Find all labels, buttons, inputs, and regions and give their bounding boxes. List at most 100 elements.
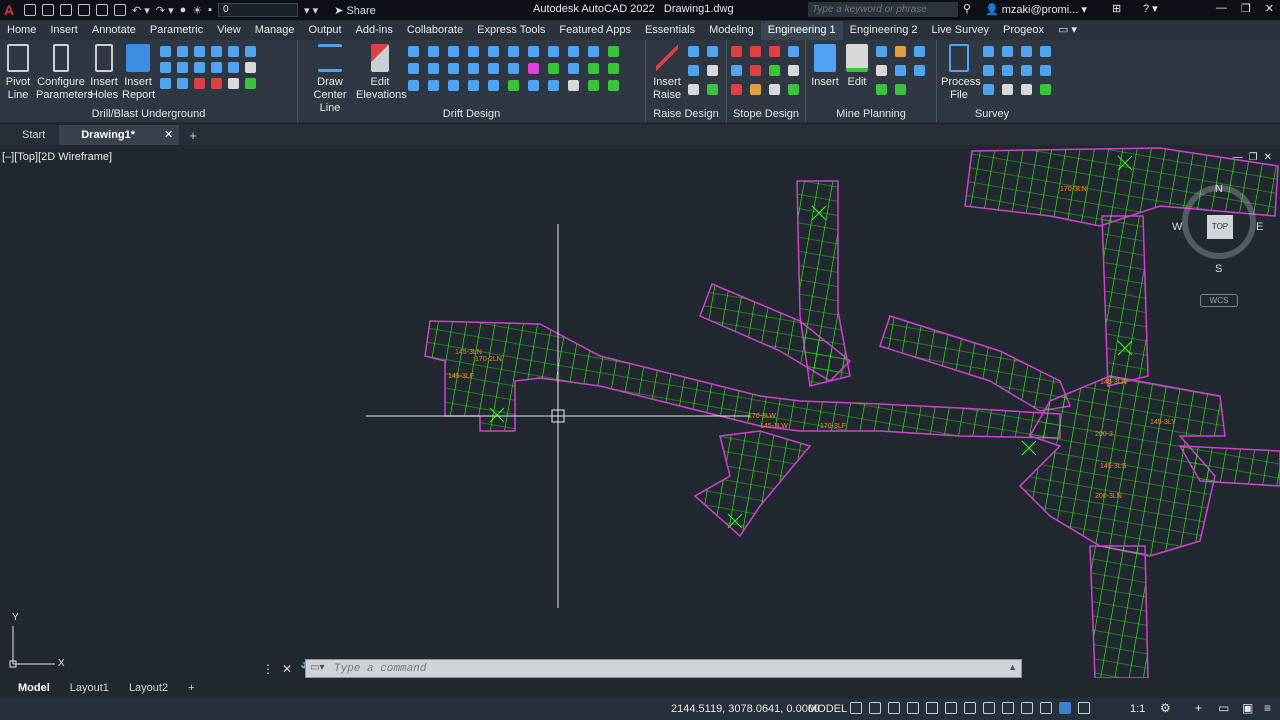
auto-scale-icon[interactable] [1078, 702, 1090, 714]
checkmark-icon[interactable] [245, 78, 256, 89]
polar-icon[interactable] [907, 702, 919, 714]
tab-engineering-1[interactable]: Engineering 1 [760, 21, 843, 40]
process-file-button[interactable]: Process File [941, 44, 981, 102]
mine-tool-icon[interactable] [876, 46, 887, 57]
insert-raise-button[interactable]: Insert Raise [650, 44, 684, 102]
layer-selector[interactable]: 0 [218, 3, 299, 17]
drill-tool-icon[interactable] [245, 62, 256, 73]
customize-menu-icon[interactable]: ≡ [1264, 701, 1271, 715]
drift-tool-icon[interactable] [428, 80, 439, 91]
annotation-visibility-icon[interactable] [1059, 702, 1071, 714]
drill-tool-icon[interactable] [160, 62, 171, 73]
drill-tool-icon[interactable] [211, 78, 222, 89]
drift-tool-icon[interactable] [548, 63, 559, 74]
clean-screen-icon[interactable]: ▣ [1242, 701, 1253, 715]
close-icon[interactable]: ✕ [1265, 2, 1274, 15]
snap-icon[interactable] [869, 702, 881, 714]
edit-plan-button[interactable]: Edit [844, 44, 870, 89]
tab-home[interactable]: Home [0, 21, 43, 40]
command-drag-handle-icon[interactable]: ⋮ [262, 662, 274, 676]
tab-add-ins[interactable]: Add-ins [349, 21, 400, 40]
command-line[interactable]: ▭▾ ▲ [305, 659, 1022, 678]
tab-engineering-2[interactable]: Engineering 2 [843, 21, 925, 40]
raise-tool-icon[interactable] [707, 65, 718, 76]
stope-tool-icon[interactable] [750, 46, 761, 57]
drift-tool-icon[interactable] [608, 46, 619, 57]
minimize-icon[interactable]: — [1216, 2, 1227, 15]
layer-dropdown-icon[interactable]: ▾ ▾ [304, 4, 318, 17]
insert-report-button[interactable]: Insert Report [122, 44, 155, 102]
mine-tool-icon[interactable] [876, 84, 887, 95]
survey-tool-icon[interactable] [1002, 65, 1013, 76]
drift-tool-icon[interactable] [408, 63, 419, 74]
survey-tool-icon[interactable] [1040, 46, 1051, 57]
drill-tool-icon[interactable] [228, 62, 239, 73]
draw-center-line-button[interactable]: Draw Center Line [302, 44, 358, 115]
drift-tool-icon[interactable] [588, 63, 599, 74]
configure-parameters-button[interactable]: Configure Parameters [36, 44, 93, 102]
drift-tool-icon[interactable] [568, 80, 579, 91]
drill-tool-icon[interactable] [245, 46, 256, 57]
lock-icon[interactable]: ▪ [208, 4, 212, 16]
search-icon[interactable]: ⚲ [963, 2, 971, 15]
drift-tool-icon[interactable] [568, 46, 579, 57]
add-layout-icon[interactable]: + [178, 682, 204, 694]
drift-tool-icon[interactable] [448, 46, 459, 57]
model-space-toggle[interactable]: MODEL [808, 703, 847, 715]
drill-tool-icon[interactable] [228, 78, 239, 89]
save-as-icon[interactable] [78, 4, 90, 16]
tab-view[interactable]: View [210, 21, 248, 40]
drill-tool-icon[interactable] [194, 46, 205, 57]
plot-icon[interactable] [96, 4, 108, 16]
restore-icon[interactable]: ❐ [1241, 2, 1251, 15]
drift-tool-icon[interactable] [548, 46, 559, 57]
drift-tool-icon[interactable] [608, 63, 619, 74]
stope-tool-icon[interactable] [731, 46, 742, 57]
drift-tool-icon[interactable] [568, 63, 579, 74]
drill-tool-icon[interactable] [228, 46, 239, 57]
selection-cycling-icon[interactable] [1021, 702, 1033, 714]
drill-tool-icon[interactable] [211, 62, 222, 73]
view-cube[interactable]: TOP N S E W [1172, 183, 1263, 275]
tab-live-survey[interactable]: Live Survey [925, 21, 996, 40]
drift-tool-icon[interactable] [508, 46, 519, 57]
drill-tool-icon[interactable] [211, 46, 222, 57]
mine-tool-icon[interactable] [876, 65, 887, 76]
drill-tool-icon[interactable] [160, 78, 171, 89]
survey-tool-icon[interactable] [983, 65, 994, 76]
compass-east[interactable]: E [1256, 221, 1263, 233]
survey-tool-icon[interactable] [1021, 46, 1032, 57]
drill-tool-icon[interactable] [194, 62, 205, 73]
stope-tool-icon[interactable] [731, 84, 742, 95]
survey-tool-icon[interactable] [1021, 84, 1032, 95]
raise-tool-icon[interactable] [707, 46, 718, 57]
layout-tab-layout1[interactable]: Layout1 [60, 682, 119, 694]
drift-tool-icon[interactable] [468, 63, 479, 74]
user-account[interactable]: 👤 mzaki@promi... ▾ [985, 3, 1087, 16]
drift-tool-icon[interactable] [508, 63, 519, 74]
grid-icon[interactable] [850, 702, 862, 714]
survey-tool-icon[interactable] [1040, 65, 1051, 76]
raise-tool-icon[interactable] [688, 65, 699, 76]
viewport-close-icon[interactable]: ✕ [1264, 152, 1272, 163]
annotation-scale[interactable]: 1:1 [1130, 703, 1145, 715]
sun-icon[interactable]: ☀ [192, 4, 202, 17]
drift-tool-icon[interactable] [488, 63, 499, 74]
command-history-icon[interactable]: ▲ [1008, 662, 1017, 672]
survey-tool-icon[interactable] [983, 84, 994, 95]
drift-tool-icon[interactable] [528, 80, 539, 91]
command-input[interactable] [334, 660, 994, 677]
coordinate-readout[interactable]: 2144.5119, 3078.0641, 0.0000 [671, 703, 820, 715]
mine-tool-icon[interactable] [895, 65, 906, 76]
drift-tool-icon[interactable] [408, 80, 419, 91]
lightbulb-icon[interactable]: ● [180, 4, 187, 16]
open-folder-icon[interactable] [42, 4, 54, 16]
pivot-line-button[interactable]: Pivot Line [4, 44, 32, 102]
survey-tool-icon[interactable] [983, 46, 994, 57]
raise-tool-icon[interactable] [688, 46, 699, 57]
drill-tool-icon[interactable] [177, 62, 188, 73]
print-icon[interactable] [114, 4, 126, 16]
drift-tool-icon[interactable] [448, 63, 459, 74]
doc-tab-start[interactable]: Start [0, 125, 59, 145]
command-close-icon[interactable]: ✕ [282, 662, 292, 676]
